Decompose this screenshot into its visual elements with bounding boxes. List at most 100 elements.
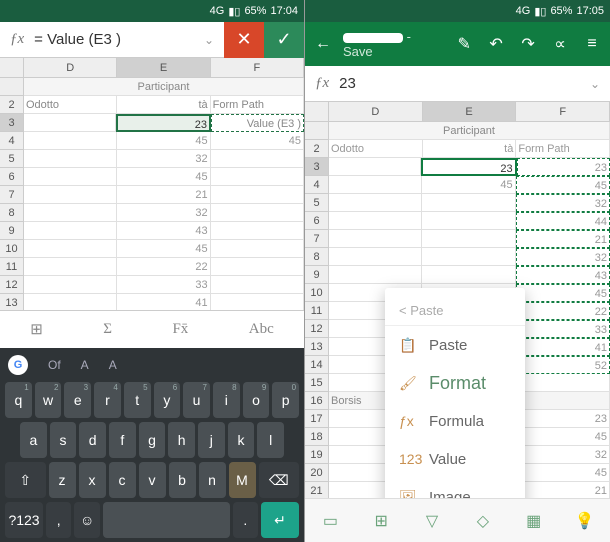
cancel-button[interactable]: ✕ [224,22,264,58]
image-icon: 🖼 [399,489,417,499]
clock: 17:04 [270,5,298,17]
share-icon[interactable]: ∝ [548,34,572,54]
keyboard-mode-bar: ⊞ Σ Fx̄ Abc [0,310,304,348]
select-all[interactable] [305,102,329,122]
fx-icon: ƒx [399,413,417,429]
brush-icon[interactable]: ✎ [452,34,476,54]
key-m[interactable]: M [229,462,256,498]
key-numbers[interactable]: ?123 [5,502,43,538]
clock: 17:05 [576,5,604,17]
sigma-icon[interactable]: Σ [103,321,112,338]
key-a[interactable]: a [20,422,47,458]
key-comma[interactable]: , [46,502,71,538]
confirm-button[interactable]: ✓ [264,22,304,58]
key-h[interactable]: h [168,422,195,458]
eraser-icon[interactable]: ◇ [471,509,495,533]
col-header[interactable]: E [423,102,517,122]
key-j[interactable]: j [198,422,225,458]
paste-back-button[interactable]: < Paste [385,296,525,326]
key-shift[interactable]: ⇧ [5,462,46,498]
status-bar: 4G ▮▯ 65% 17:05 [305,0,610,22]
chevron-down-icon[interactable]: ⌄ [590,77,610,91]
formula-bar: ƒx 23 ⌄ [305,66,610,102]
undo-icon[interactable]: ↶ [484,34,508,54]
key-b[interactable]: b [169,462,196,498]
key-x[interactable]: x [79,462,106,498]
active-cell[interactable]: 23 [421,158,516,176]
fx-label: ƒx [0,31,34,48]
col-header[interactable]: F [211,58,304,78]
sheet-icon[interactable]: ▭ [318,509,342,533]
paste-menu: < Paste 📋Paste 🖌Format ƒxFormula 123Valu… [385,288,525,498]
select-all[interactable] [0,58,24,78]
filter-icon[interactable]: ▽ [420,509,444,533]
paste-option-paste[interactable]: 📋Paste [385,326,525,364]
key-enter[interactable]: ↵ [261,502,299,538]
key-backspace[interactable]: ⌫ [259,462,300,498]
key-w[interactable]: w2 [35,382,62,418]
key-n[interactable]: n [199,462,226,498]
key-e[interactable]: e3 [64,382,91,418]
suggestion[interactable]: A [109,358,117,372]
key-v[interactable]: v [139,462,166,498]
net-icon: 4G [210,5,225,17]
key-l[interactable]: l [257,422,284,458]
signal-icon: ▮▯ [534,5,546,18]
brush-icon: 🖌 [399,375,417,392]
key-f[interactable]: f [109,422,136,458]
menu-icon[interactable]: ≡ [580,35,604,53]
table-icon[interactable]: ⊞ [369,509,393,533]
back-icon[interactable]: ← [311,35,335,53]
key-r[interactable]: r4 [94,382,121,418]
batt-icon: 65% [550,5,572,17]
key-o[interactable]: o9 [243,382,270,418]
chevron-down-icon[interactable]: ⌄ [204,33,224,47]
key-d[interactable]: d [79,422,106,458]
fx-icon[interactable]: Fx̄ [172,321,188,338]
suggestion[interactable]: A [81,358,89,372]
keyboard: G Of A A q1 w2 e3 r4 t5 y6 u7 i8 o9 p0 a… [0,348,304,542]
signal-icon: ▮▯ [228,5,240,18]
number-icon: 123 [399,451,417,467]
suggestion[interactable]: Of [48,358,61,372]
redo-icon[interactable]: ↷ [516,34,540,54]
key-p[interactable]: p0 [272,382,299,418]
net-icon: 4G [516,5,531,17]
bulb-icon[interactable]: 💡 [573,509,597,533]
spreadsheet-grid[interactable]: D E F Participant 2OdottotàForm Path 323… [0,58,304,310]
doc-title[interactable]: - Save [343,29,436,59]
paste-option-image[interactable]: 🖼Image [385,478,525,498]
formula-input[interactable]: 23 [339,75,590,92]
col-header[interactable]: D [24,58,117,78]
key-z[interactable]: z [49,462,76,498]
key-dot[interactable]: . [233,502,258,538]
key-c[interactable]: c [109,462,136,498]
key-k[interactable]: k [228,422,255,458]
key-t[interactable]: t5 [124,382,151,418]
paste-option-value[interactable]: 123Value [385,440,525,478]
numpad-icon[interactable]: ⊞ [30,320,43,339]
active-cell[interactable]: 23 [116,114,211,132]
key-i[interactable]: i8 [213,382,240,418]
batt-icon: 65% [244,5,266,17]
paste-option-format[interactable]: 🖌Format [385,364,525,402]
col-header[interactable]: D [329,102,423,122]
key-y[interactable]: y6 [154,382,181,418]
paste-option-formula[interactable]: ƒxFormula [385,402,525,440]
header-participant: Participant [24,78,304,96]
abc-icon[interactable]: Abc [249,321,274,338]
camera-icon[interactable]: ▦ [522,509,546,533]
spreadsheet-grid[interactable]: D E F Participant 2OdottotàForm Path 323… [305,102,610,498]
key-u[interactable]: u7 [183,382,210,418]
bottom-toolbar: ▭ ⊞ ▽ ◇ ▦ 💡 [305,498,610,542]
col-header[interactable]: F [516,102,610,122]
key-emoji[interactable]: ☺ [74,502,99,538]
formula-input[interactable]: = Value (E3 ) [34,31,204,48]
key-space[interactable] [103,502,230,538]
key-g[interactable]: g [139,422,166,458]
google-icon[interactable]: G [8,355,28,375]
col-header[interactable]: E [117,58,210,78]
fx-label: ƒx [305,75,339,92]
key-q[interactable]: q1 [5,382,32,418]
key-s[interactable]: s [50,422,77,458]
